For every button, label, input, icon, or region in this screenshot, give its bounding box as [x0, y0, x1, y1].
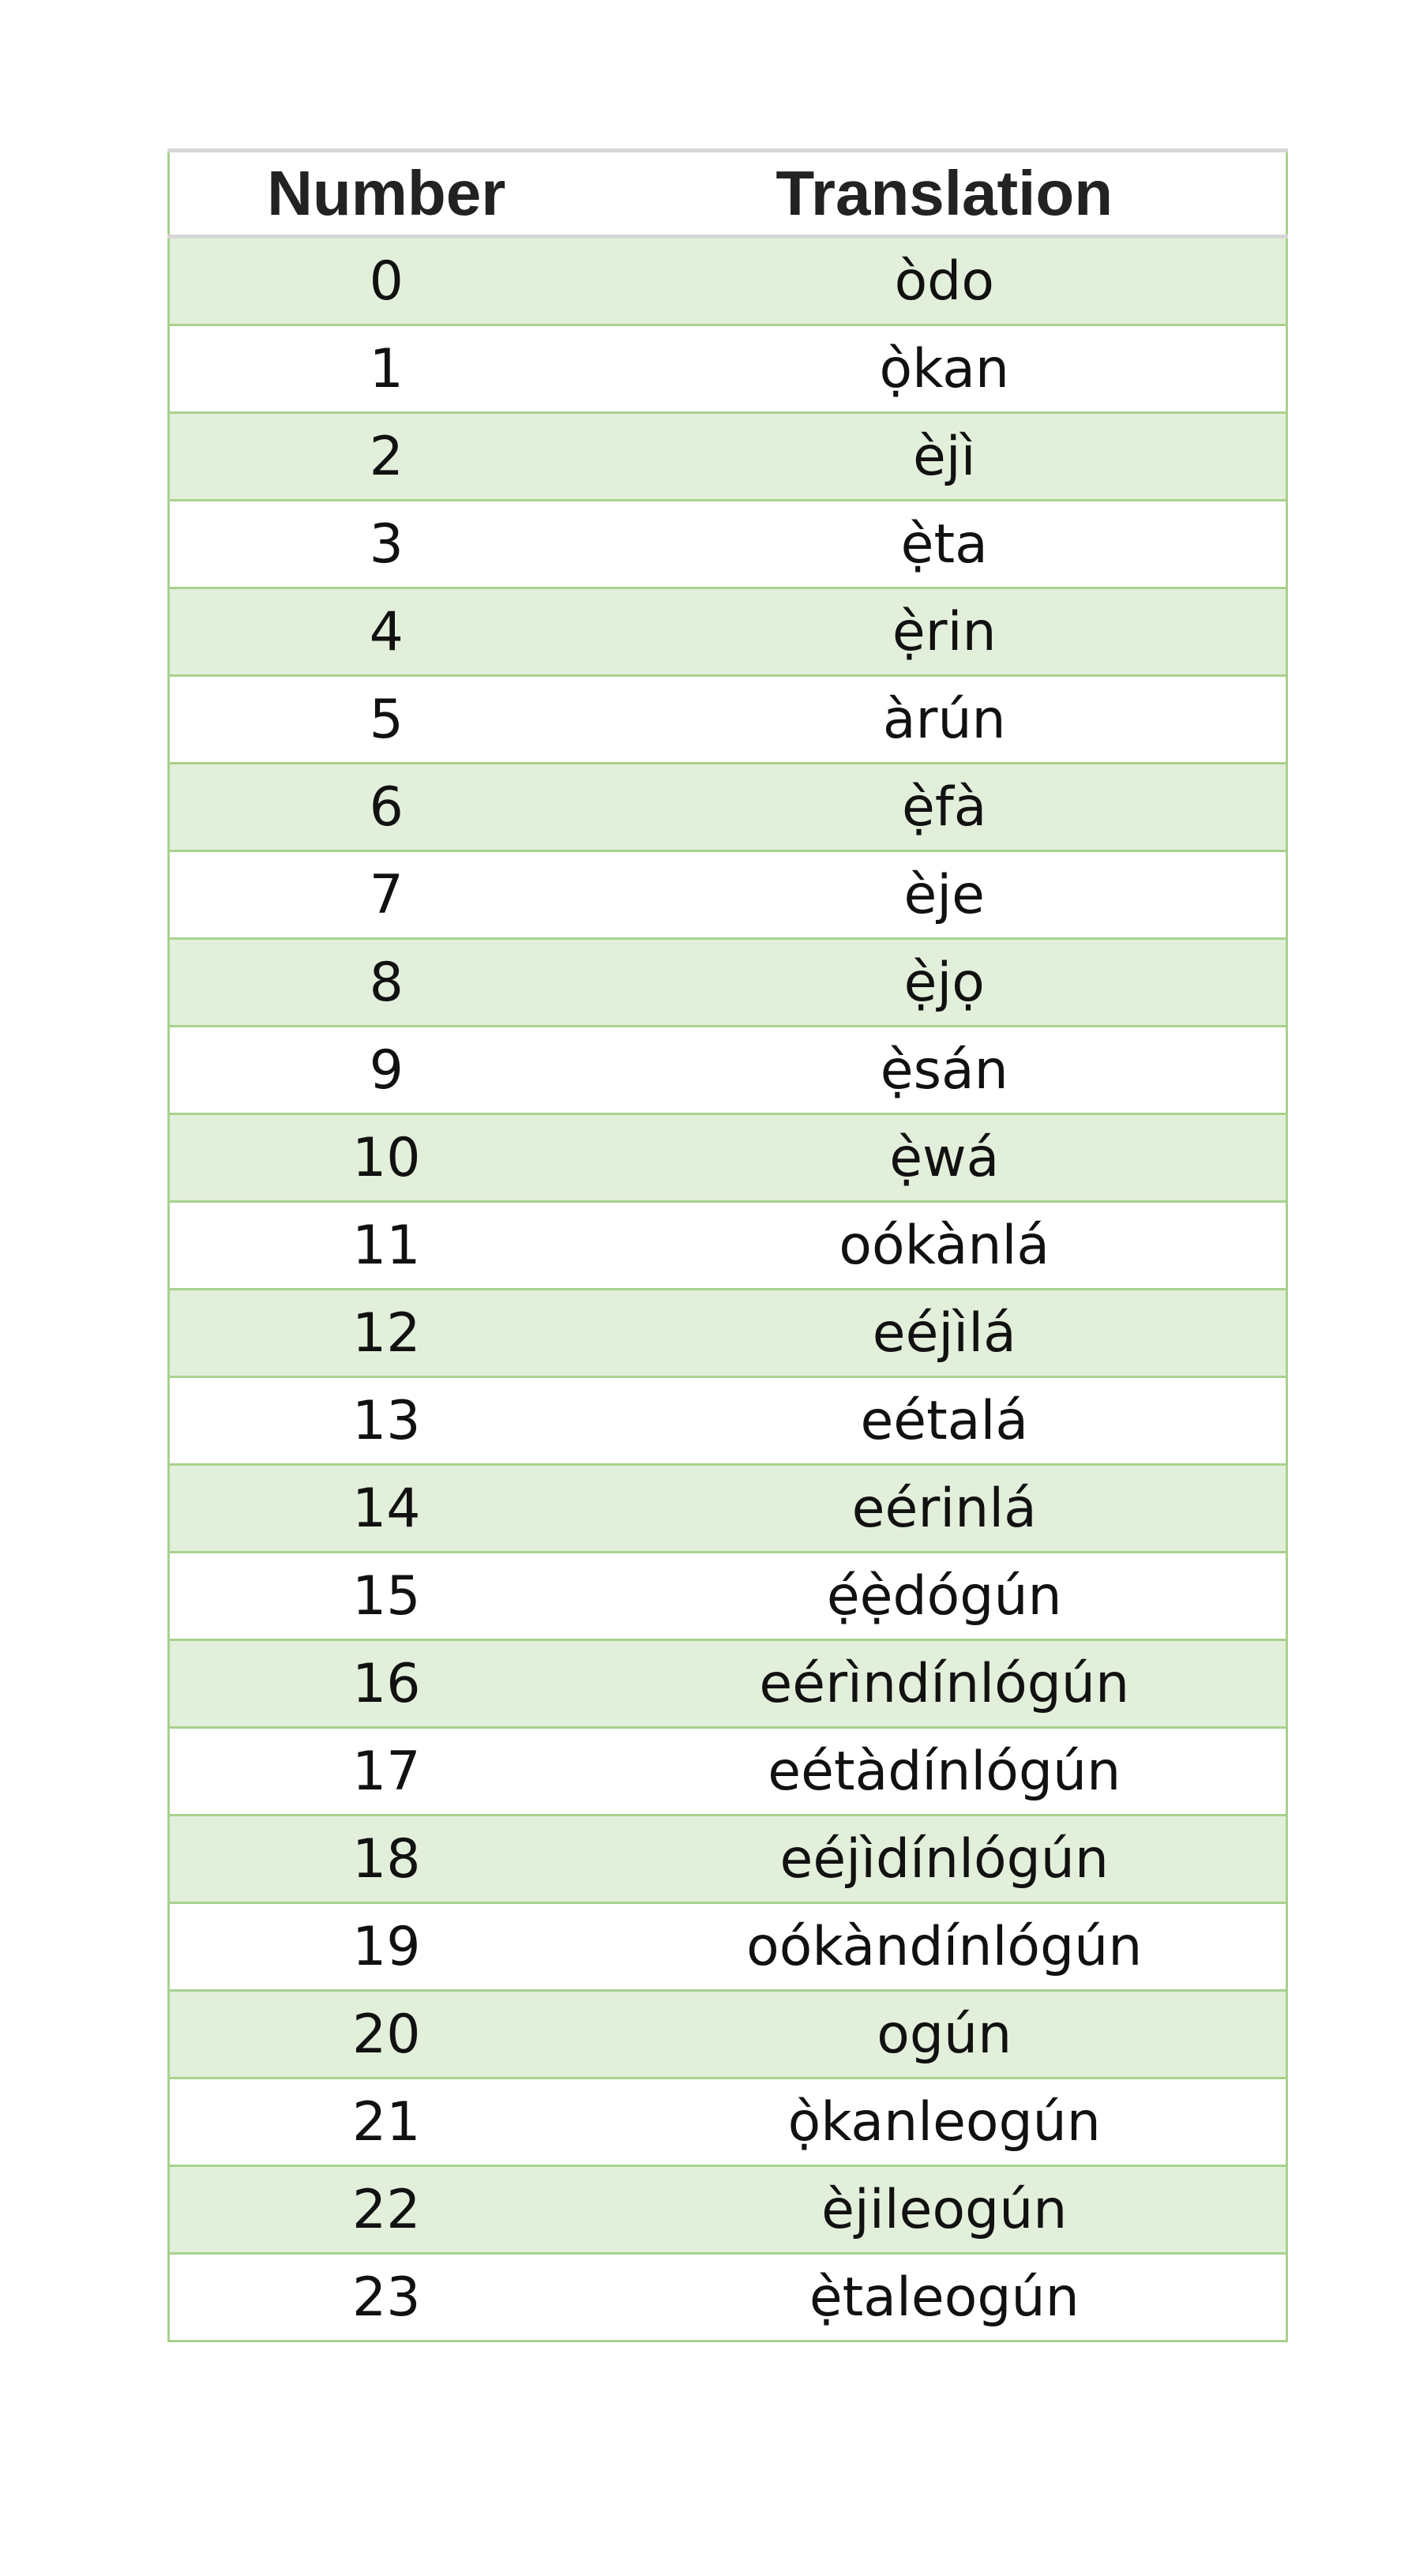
number-cell: 15: [167, 1552, 603, 1641]
number-cell: 16: [167, 1639, 603, 1729]
table-row: 3 ẹ̀ta: [167, 500, 1288, 589]
number-cell: 6: [167, 763, 603, 852]
table-row: 6 ẹ̀fà: [167, 763, 1288, 852]
number-cell: 21: [167, 2078, 603, 2167]
number-cell: 22: [167, 2165, 603, 2255]
translation-cell: oókànlá: [603, 1201, 1288, 1290]
translation-cell: ẹ̀ta: [603, 500, 1288, 589]
table-row: 5 àrún: [167, 675, 1288, 764]
table-row: 20 ogún: [167, 1990, 1288, 2079]
table-row: 4 ẹ̀rin: [167, 588, 1288, 677]
translation-cell: èjileogún: [603, 2165, 1288, 2255]
number-translation-sheet: Number Translation 0 òdo 1 ọ̀kan 2 èjì 3 ẹ̀ta 4 ẹ…: [167, 148, 1288, 2342]
translation-cell: ẹ̀fà: [603, 763, 1288, 852]
table-row: 13 eétalá: [167, 1376, 1288, 1466]
number-cell: 17: [167, 1727, 603, 1816]
number-cell: 19: [167, 1902, 603, 1992]
translation-cell: èjì: [603, 412, 1288, 501]
number-cell: 20: [167, 1990, 603, 2079]
translation-cell: eérinlá: [603, 1464, 1288, 1553]
table-row: 16 eérìndínlógún: [167, 1639, 1288, 1729]
number-cell: 18: [167, 1815, 603, 1904]
translation-cell: ọ̀kanleogún: [603, 2078, 1288, 2167]
number-cell: 3: [167, 500, 603, 589]
table-row: 14 eérinlá: [167, 1464, 1288, 1553]
table-body: 0 òdo 1 ọ̀kan 2 èjì 3 ẹ̀ta 4 ẹ̀rin 5 àrún 6 ẹ̀fà 7 èje 8…: [167, 236, 1288, 2342]
number-cell: 23: [167, 2253, 603, 2342]
number-cell: 8: [167, 938, 603, 1027]
translation-cell: ẹ̀sán: [603, 1026, 1288, 1115]
number-cell: 13: [167, 1376, 603, 1466]
translation-cell: ẹ̀jọ: [603, 938, 1288, 1027]
number-cell: 2: [167, 412, 603, 501]
translation-cell: àrún: [603, 675, 1288, 764]
number-column-header: Number: [167, 148, 603, 238]
table-row: 21 ọ̀kanleogún: [167, 2078, 1288, 2167]
table-row: 9 ẹ̀sán: [167, 1026, 1288, 1115]
translation-cell: eérìndínlógún: [603, 1639, 1288, 1729]
table-row: 17 eétàdínlógún: [167, 1727, 1288, 1816]
translation-cell: èje: [603, 851, 1288, 940]
table-row: 10 ẹ̀wá: [167, 1113, 1288, 1203]
translation-cell: eétalá: [603, 1376, 1288, 1466]
translation-cell: ẹ̀wá: [603, 1113, 1288, 1203]
translation-cell: ẹ́ẹ̀dógún: [603, 1552, 1288, 1641]
table-row: 19 oókàndínlógún: [167, 1902, 1288, 1992]
table-row: 0 òdo: [167, 236, 1288, 326]
header-row: Number Translation: [167, 148, 1288, 238]
translation-column-header: Translation: [603, 148, 1288, 238]
number-translation-table: Number Translation 0 òdo 1 ọ̀kan 2 èjì 3 ẹ̀ta 4 ẹ…: [167, 148, 1288, 2342]
number-cell: 14: [167, 1464, 603, 1553]
number-cell: 11: [167, 1201, 603, 1290]
table-row: 15 ẹ́ẹ̀dógún: [167, 1552, 1288, 1641]
table-row: 22 èjileogún: [167, 2165, 1288, 2255]
table-row: 8 ẹ̀jọ: [167, 938, 1288, 1027]
table-row: 11 oókànlá: [167, 1201, 1288, 1290]
translation-cell: ẹ̀rin: [603, 588, 1288, 677]
translation-cell: eéjìlá: [603, 1289, 1288, 1378]
number-cell: 12: [167, 1289, 603, 1378]
translation-cell: eétàdínlógún: [603, 1727, 1288, 1816]
table-row: 12 eéjìlá: [167, 1289, 1288, 1378]
translation-cell: ọ̀kan: [603, 325, 1288, 414]
number-cell: 10: [167, 1113, 603, 1203]
number-cell: 1: [167, 325, 603, 414]
number-cell: 9: [167, 1026, 603, 1115]
table-row: 1 ọ̀kan: [167, 325, 1288, 414]
number-cell: 4: [167, 588, 603, 677]
table-row: 23 ẹ̀taleogún: [167, 2253, 1288, 2342]
translation-cell: ẹ̀taleogún: [603, 2253, 1288, 2342]
number-cell: 5: [167, 675, 603, 764]
table-row: 7 èje: [167, 851, 1288, 940]
translation-cell: òdo: [603, 236, 1288, 326]
translation-cell: ogún: [603, 1990, 1288, 2079]
number-cell: 0: [167, 236, 603, 326]
table-row: 2 èjì: [167, 412, 1288, 501]
table-row: 18 eéjìdínlógún: [167, 1815, 1288, 1904]
translation-cell: oókàndínlógún: [603, 1902, 1288, 1992]
translation-cell: eéjìdínlógún: [603, 1815, 1288, 1904]
number-cell: 7: [167, 851, 603, 940]
